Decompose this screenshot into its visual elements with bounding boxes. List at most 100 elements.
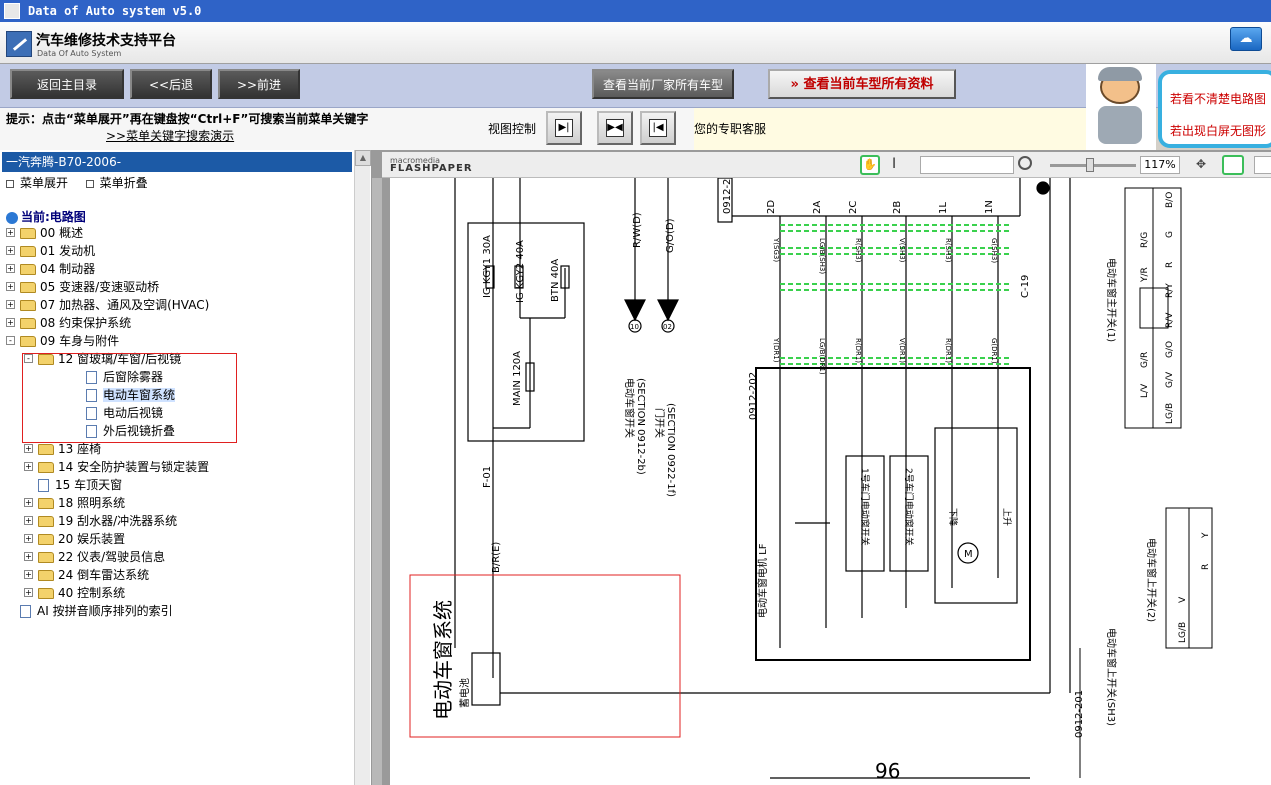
- expand-plus-icon[interactable]: +: [24, 462, 33, 471]
- expand-plus-icon[interactable]: +: [6, 228, 15, 237]
- expand-plus-icon[interactable]: +: [24, 534, 33, 543]
- down-label: 下降: [947, 508, 959, 526]
- wire-top-6: G(SH3): [990, 238, 998, 263]
- pin-2c: 2C: [848, 201, 859, 214]
- conn1-pin-11: LG/B: [1165, 403, 1175, 424]
- tree-folder-item[interactable]: +24 倒车雷达系统: [24, 566, 149, 584]
- search-demo-link[interactable]: >>菜单关键字搜索演示: [106, 127, 234, 144]
- expand-plus-icon[interactable]: +: [24, 552, 33, 561]
- tree-item-label: 09 车身与附件: [40, 334, 120, 348]
- platform-subtitle: Data Of Auto System: [37, 49, 122, 58]
- tree-folder-item[interactable]: - 09 车身与附件: [6, 332, 119, 350]
- expand-plus-icon[interactable]: +: [6, 246, 15, 255]
- back-to-main-button[interactable]: 返回主目录: [10, 69, 124, 99]
- expand-plus-icon[interactable]: +: [24, 444, 33, 453]
- text-select-icon[interactable]: I: [892, 156, 896, 172]
- wire-rw-label: R/W(D): [632, 212, 643, 248]
- forward-button[interactable]: >>前进: [218, 69, 300, 99]
- hand-tool-icon[interactable]: ✋: [860, 155, 880, 175]
- folder-icon: [20, 318, 36, 329]
- expand-plus-icon[interactable]: +: [24, 516, 33, 525]
- tree-item-label: 15 车顶天窗: [55, 478, 123, 492]
- conn1-pin-0: B/O: [1165, 192, 1175, 208]
- wire-br-label: B/R(E): [491, 542, 502, 573]
- help-bubble[interactable]: 若看不清楚电路图 若出现白屏无图形: [1158, 70, 1271, 148]
- tree-folder-item[interactable]: +08 约束保护系统: [6, 314, 131, 332]
- customer-service-box[interactable]: 您的专职客服: [694, 108, 1086, 150]
- tree-folder-item[interactable]: +05 变速器/变速驱动桥: [6, 278, 159, 296]
- tree-item-label: 20 娱乐装置: [58, 532, 126, 546]
- tree-folder-item[interactable]: +04 制动器: [6, 260, 95, 278]
- tree-folder-item[interactable]: +19 刮水器/冲洗器系统: [24, 512, 177, 530]
- tree-folder-item[interactable]: +22 仪表/驾驶员信息: [24, 548, 165, 566]
- view-control-label: 视图控制: [488, 122, 537, 136]
- conn2-pin-1: R: [1201, 564, 1211, 570]
- folder-icon: [20, 246, 36, 257]
- f01-label: F-01: [482, 466, 493, 488]
- page-number-field[interactable]: [1254, 156, 1271, 174]
- tree-folder-item[interactable]: +20 娱乐装置: [24, 530, 125, 548]
- tree-folder-item[interactable]: +07 加热器、通风及空调(HVAC): [6, 296, 209, 314]
- zoom-field[interactable]: 117%: [1140, 156, 1180, 174]
- folder-icon: [20, 336, 36, 347]
- pin-1n: 1N: [984, 200, 995, 214]
- tree-folder-item[interactable]: +40 控制系统: [24, 584, 125, 602]
- wire-gw-label: G/O(D): [665, 218, 676, 253]
- tree-doc-item[interactable]: 15 车顶天窗: [24, 476, 122, 494]
- conn2-pin-0: Y: [1201, 532, 1211, 539]
- document-icon: [20, 605, 31, 618]
- wire-top-1: Y(SG3): [772, 237, 780, 262]
- tree-item-label: 01 发动机: [40, 244, 96, 258]
- tree-doc-item[interactable]: AI 按拼音顺序排列的索引: [6, 602, 173, 620]
- expand-plus-icon[interactable]: +: [6, 264, 15, 273]
- customer-service-label: 您的专职客服: [694, 122, 767, 136]
- scroll-up-icon[interactable]: ▲: [355, 150, 371, 166]
- tree-item-label: 24 倒车雷达系统: [58, 568, 150, 582]
- tree-folder-item[interactable]: +14 安全防护装置与锁定装置: [24, 458, 209, 476]
- page-view-icon[interactable]: [1222, 155, 1244, 175]
- tree-item-label: 00 概述: [40, 226, 84, 240]
- tree-item-label: 04 制动器: [40, 262, 96, 276]
- expand-plus-icon[interactable]: +: [6, 318, 15, 327]
- help-line-1: 若看不清楚电路图: [1170, 92, 1267, 106]
- zoom-slider-thumb[interactable]: [1086, 158, 1094, 172]
- tree-item-label: 13 座椅: [58, 442, 102, 456]
- navigation-bar: 返回主目录 <<后退 >>前进 查看当前厂家所有车型 » 查看当前车型所有资料: [0, 64, 1271, 108]
- view-split-button[interactable]: ▶◀: [597, 111, 633, 145]
- view-manufacturer-models-button[interactable]: 查看当前厂家所有车型: [592, 69, 734, 99]
- current-section: 当前:电路图: [6, 208, 86, 225]
- pin-2d: 2D: [766, 200, 777, 214]
- conn2-pin-3: LG/B: [1178, 622, 1188, 643]
- view-all-model-data-button[interactable]: » 查看当前车型所有资料: [768, 69, 956, 99]
- diagram-title: 电动车窗系统: [431, 600, 455, 720]
- viewer-left-scrollbar[interactable]: [372, 178, 382, 785]
- expand-plus-icon[interactable]: +: [6, 300, 15, 309]
- mechanic-mascot-icon: [1086, 64, 1156, 150]
- expand-plus-icon[interactable]: +: [24, 498, 33, 507]
- view-expand-left-button[interactable]: |◀: [640, 111, 676, 145]
- conn1-pin-5: R/Y: [1165, 283, 1175, 298]
- tree-folder-item[interactable]: +00 概述: [6, 224, 83, 242]
- view-expand-right-button[interactable]: ▶|: [546, 111, 582, 145]
- c19-label: C-19: [1020, 275, 1031, 298]
- expand-square-icon: [6, 179, 14, 188]
- find-input[interactable]: [920, 156, 1014, 174]
- menu-expand-link[interactable]: 菜单展开: [20, 176, 68, 190]
- folder-icon: [38, 570, 54, 581]
- folder-icon: [20, 282, 36, 293]
- expand-plus-icon[interactable]: +: [6, 282, 15, 291]
- collapse-minus-icon[interactable]: -: [6, 336, 15, 345]
- tree-folder-item[interactable]: +01 发动机: [6, 242, 95, 260]
- sidebar-scrollbar[interactable]: ▲: [354, 150, 371, 785]
- cloud-icon[interactable]: ☁: [1230, 27, 1262, 51]
- expand-plus-icon[interactable]: +: [24, 570, 33, 579]
- fit-page-icon[interactable]: ✥: [1196, 157, 1212, 173]
- connector-02-label: 02: [663, 323, 672, 331]
- back-button[interactable]: <<后退: [130, 69, 212, 99]
- menu-collapse-link[interactable]: 菜单折叠: [100, 176, 148, 190]
- connector-10-label: 10: [630, 323, 639, 331]
- expand-plus-icon[interactable]: +: [24, 588, 33, 597]
- search-icon[interactable]: [1018, 156, 1032, 170]
- folder-icon: [38, 534, 54, 545]
- tree-folder-item[interactable]: +18 照明系统: [24, 494, 125, 512]
